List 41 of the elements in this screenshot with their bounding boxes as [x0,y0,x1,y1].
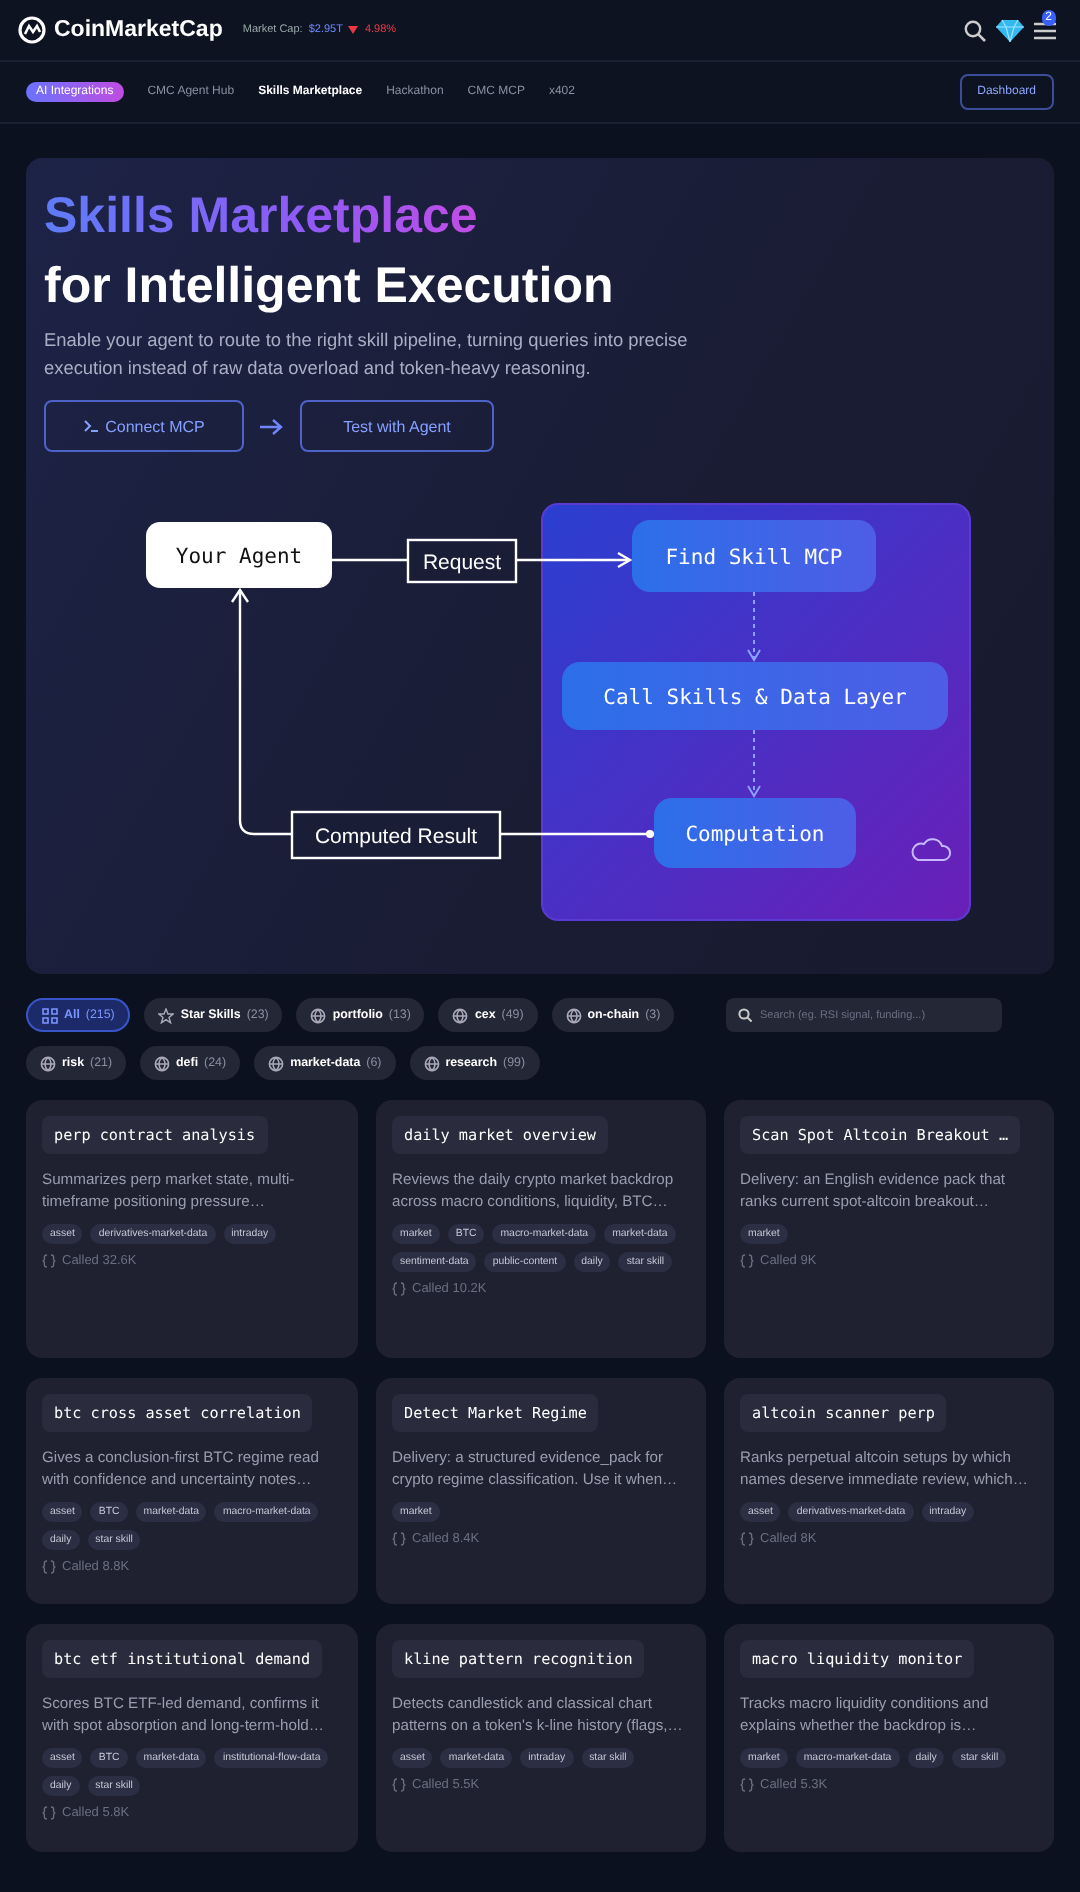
globe-icon [310,1007,327,1023]
braces-icon [392,1778,406,1792]
braces-icon [42,1560,56,1574]
hero-subtitle: for Intelligent Execution [44,256,616,318]
globe-icon [268,1055,285,1071]
braces-icon [42,1254,56,1268]
braces-icon [392,1532,406,1546]
process-node: Computation [654,798,856,868]
process-node: Find Skill MCP [632,520,876,592]
star-icon [158,1007,175,1023]
braces-icon [740,1254,754,1268]
globe-icon [452,1007,469,1023]
hero-description: Enable your agent to route to the right skill pipeline, turning queries into precise execution instead of raw data overload and token-heavy reasoning. [44,328,690,382]
braces-icon [42,1806,56,1820]
flow-arrow [747,591,761,662]
process-node: Call Skills & Data Layer [562,662,948,730]
globe-icon [565,1007,582,1023]
request-label: Request [406,538,518,584]
terminal-icon [83,420,98,432]
cloud-icon [911,838,952,861]
search-icon [738,1008,752,1022]
arrow-icon [260,417,284,435]
result-label: Computed Result [290,810,502,860]
flow-arrow [747,729,761,798]
braces-icon [740,1532,754,1546]
globe-icon [40,1055,56,1071]
logo-icon [18,16,46,44]
diamond-icon[interactable] [996,18,1024,42]
connect-mcp-button[interactable]: Connect MCP [44,400,244,452]
menu-icon[interactable] [1034,21,1056,39]
test-with-agent-button[interactable]: Test with Agent [300,400,494,452]
globe-icon [154,1055,171,1071]
globe-icon [423,1055,440,1071]
brand-name: CoinMarketCap [54,18,223,42]
braces-icon [392,1282,406,1296]
agent-node: Your Agent [146,522,332,588]
search-icon[interactable] [964,19,986,41]
grid-icon [42,1007,58,1023]
skill-card[interactable] [376,1100,706,1358]
braces-icon [740,1778,754,1792]
down-triangle-icon [348,26,359,34]
